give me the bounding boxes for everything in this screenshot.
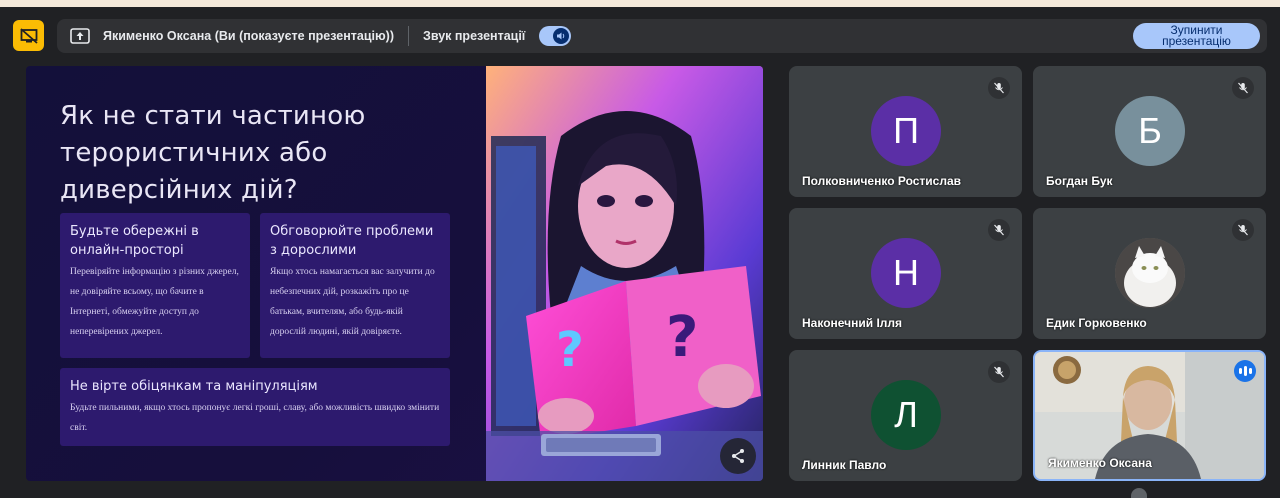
participant-name: Якименко Оксана [1048,456,1152,470]
participant-tile[interactable]: Едик Горковенко [1033,208,1266,339]
top-strip [0,0,1280,7]
avatar: Б [1115,96,1185,166]
share-button[interactable] [720,438,756,474]
presentation-sound-toggle[interactable] [539,26,572,46]
participant-tile[interactable]: Б Богдан Бук [1033,66,1266,197]
mic-off-icon [988,219,1010,241]
avatar-photo [1115,238,1185,308]
volume-icon [557,32,565,40]
card-text: Якщо хтось намагається вас залучити до н… [270,267,435,337]
avatar: Н [871,238,941,308]
present-to-all-icon [69,27,91,45]
mic-off-icon [1232,77,1254,99]
slide-card: Обговорюйте проблеми з дорослими Якщо хт… [260,213,450,358]
participant-tile[interactable]: Л Линник Павло [789,350,1022,481]
participant-name: Полковниченко Ростислав [802,174,962,188]
card-heading: Обговорюйте проблеми з дорослими [270,224,434,258]
participant-name: Линник Павло [802,458,887,472]
share-icon [732,449,744,463]
avatar: П [871,96,941,166]
stop-presenting-button[interactable]: Зупинити презентацію [1133,23,1260,49]
presentation-slide: Як не стати частиною терористичних або д… [26,66,763,481]
card-heading: Не вірте обіцянкам та маніпуляціям [70,379,318,394]
mic-off-icon [988,361,1010,383]
speaking-indicator-icon [1234,360,1256,382]
scroll-indicator[interactable] [1131,488,1147,498]
participant-tile[interactable]: Н Наконечний Ілля [789,208,1022,339]
card-text: Будьте пильними, якщо хтось пропонує лег… [70,403,440,433]
svg-text:?: ? [666,305,698,370]
participant-name: Едик Горковенко [1046,316,1147,330]
card-text: Перевіряйте інформацію з різних джерел, … [70,267,239,337]
slide-card: Не вірте обіцянкам та маніпуляціям Будьт… [60,368,450,446]
girl-reading-illustration: ? ? [486,66,763,481]
slide-title: Як не стати частиною терористичних або д… [60,101,366,205]
card-heading: Будьте обережні в онлайн-просторі [70,224,199,258]
participant-tile-self[interactable]: Якименко Оксана [1033,350,1266,481]
participant-name: Наконечний Ілля [802,316,903,330]
present-off-icon [19,27,38,44]
divider [408,26,409,46]
avatar: Л [871,380,941,450]
participant-name: Богдан Бук [1046,174,1113,188]
presentation-indicator[interactable] [13,20,44,51]
participant-tile[interactable]: П Полковниченко Ростислав [789,66,1022,197]
presenter-label: Якименко Оксана (Ви (показуєте презентац… [103,29,394,43]
mic-off-icon [1232,219,1254,241]
cat-photo [1115,238,1185,308]
presentation-sound-label: Звук презентації [423,29,526,43]
slide-illustration: ? ? [486,66,763,481]
presentation-banner: Якименко Оксана (Ви (показуєте презентац… [57,19,1267,53]
svg-text:?: ? [556,322,584,378]
mic-off-icon [988,77,1010,99]
slide-card: Будьте обережні в онлайн-просторі Переві… [60,213,250,358]
